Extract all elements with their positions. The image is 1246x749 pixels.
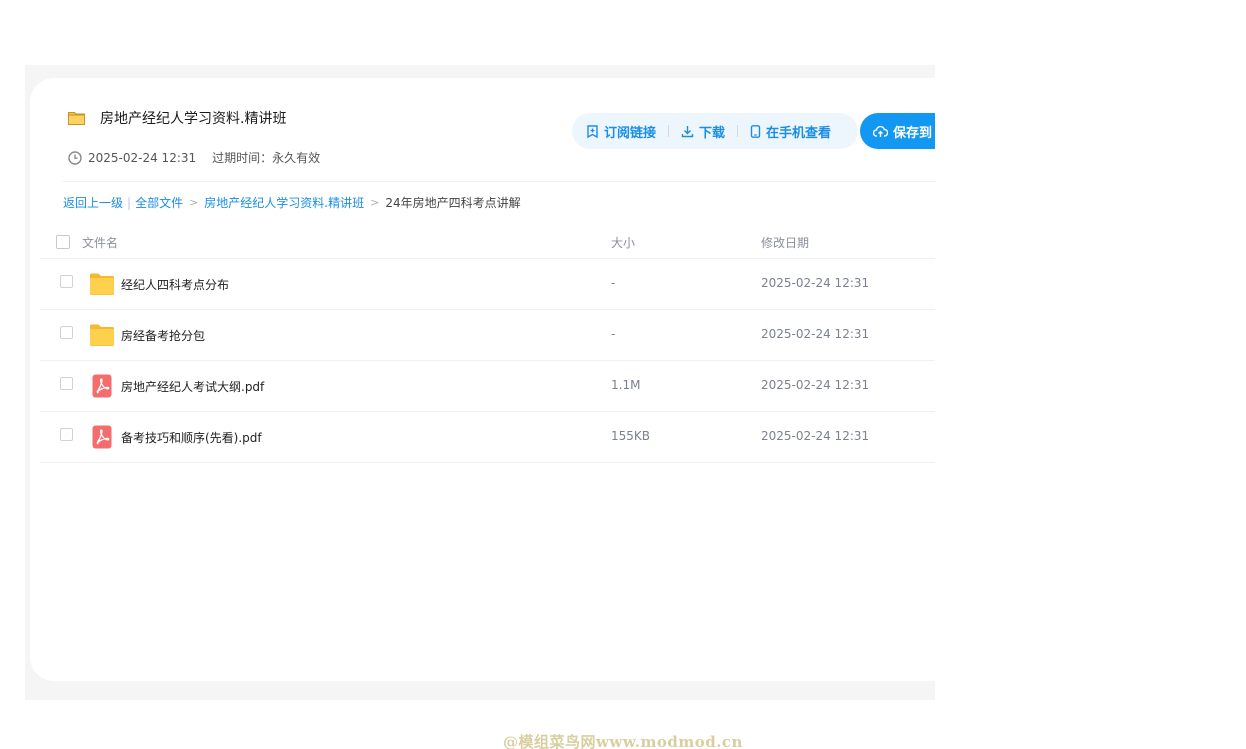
file-date: 2025-02-24 12:31: [761, 429, 870, 443]
breadcrumb-back-link[interactable]: 返回上一级: [63, 194, 123, 211]
download-button[interactable]: 下载: [681, 122, 725, 141]
file-name[interactable]: 房地产经纪人考试大纲.pdf: [121, 378, 264, 395]
share-meta: 2025-02-24 12:31 过期时间：永久有效: [68, 149, 320, 166]
row-checkbox[interactable]: [60, 428, 73, 441]
save-to-drive-button[interactable]: 保存到: [860, 113, 935, 149]
file-date: 2025-02-24 12:31: [761, 327, 870, 341]
clock-icon: [68, 150, 82, 165]
row-checkbox[interactable]: [60, 326, 73, 339]
phone-icon: [750, 124, 761, 138]
download-icon: [681, 125, 694, 137]
view-on-phone-button[interactable]: 在手机查看: [750, 122, 831, 141]
table-row[interactable]: 备考技巧和顺序(先看).pdf 155KB 2025-02-24 12:31: [40, 412, 935, 463]
breadcrumb: 返回上一级 | 全部文件 > 房地产经纪人学习资料.精讲班 > 24年房地产四科…: [63, 194, 521, 211]
cloud-upload-icon: [873, 125, 888, 137]
select-all-checkbox[interactable]: [56, 235, 70, 249]
breadcrumb-chevron: >: [370, 196, 380, 209]
row-checkbox[interactable]: [60, 275, 73, 288]
file-date: 2025-02-24 12:31: [761, 276, 870, 290]
subscribe-link-button[interactable]: 订阅链接: [586, 122, 656, 141]
file-name[interactable]: 备考技巧和顺序(先看).pdf: [121, 429, 262, 446]
column-header-date[interactable]: 修改日期: [761, 234, 809, 251]
share-title-row: 房地产经纪人学习资料.精讲班: [68, 108, 286, 128]
header-divider: [63, 181, 935, 182]
file-name[interactable]: 房经备考抢分包: [121, 327, 205, 344]
file-size: -: [611, 276, 616, 290]
folder-icon: [90, 273, 114, 295]
site-watermark: @模组菜鸟网www.modmod.cn: [503, 733, 743, 749]
breadcrumb-all-files-link[interactable]: 全部文件: [135, 194, 183, 211]
file-table-header: 文件名 大小 修改日期: [40, 231, 935, 259]
action-separator: [668, 125, 670, 137]
created-time: 2025-02-24 12:31: [88, 150, 197, 165]
expire-time: 过期时间：永久有效: [212, 151, 321, 165]
breadcrumb-current: 24年房地产四科考点讲解: [385, 196, 521, 210]
folder-icon: [68, 112, 85, 125]
row-checkbox[interactable]: [60, 377, 73, 390]
table-row[interactable]: 房地产经纪人考试大纲.pdf 1.1M 2025-02-24 12:31: [40, 361, 935, 412]
folder-icon: [90, 324, 114, 346]
breadcrumb-separator: |: [127, 195, 132, 210]
breadcrumb-chevron: >: [189, 196, 199, 209]
breadcrumb-folder-link[interactable]: 房地产经纪人学习资料.精讲班: [204, 194, 364, 211]
column-header-name[interactable]: 文件名: [82, 234, 118, 251]
file-name[interactable]: 经纪人四科考点分布: [121, 276, 229, 293]
file-list: 经纪人四科考点分布 - 2025-02-24 12:31 房经备考抢分包 - 2…: [40, 259, 935, 463]
file-date: 2025-02-24 12:31: [761, 378, 870, 392]
action-bar: 订阅链接 下载 在手机查看: [572, 113, 858, 149]
table-row[interactable]: 房经备考抢分包 - 2025-02-24 12:31: [40, 310, 935, 361]
share-panel-background: 房地产经纪人学习资料.精讲班 2025-02-24 12:31 过期时间：永久有…: [25, 65, 935, 700]
pdf-file-icon: [92, 425, 112, 449]
bookmark-add-icon: [587, 124, 598, 138]
file-size: 1.1M: [611, 378, 641, 392]
share-card: 房地产经纪人学习资料.精讲班 2025-02-24 12:31 过期时间：永久有…: [30, 78, 935, 681]
pdf-file-icon: [92, 374, 112, 398]
action-separator: [737, 125, 739, 137]
file-size: -: [611, 327, 616, 341]
table-row[interactable]: 经纪人四科考点分布 - 2025-02-24 12:31: [40, 259, 935, 310]
share-title: 房地产经纪人学习资料.精讲班: [100, 111, 287, 127]
column-header-size[interactable]: 大小: [611, 234, 635, 251]
file-size: 155KB: [611, 429, 651, 443]
